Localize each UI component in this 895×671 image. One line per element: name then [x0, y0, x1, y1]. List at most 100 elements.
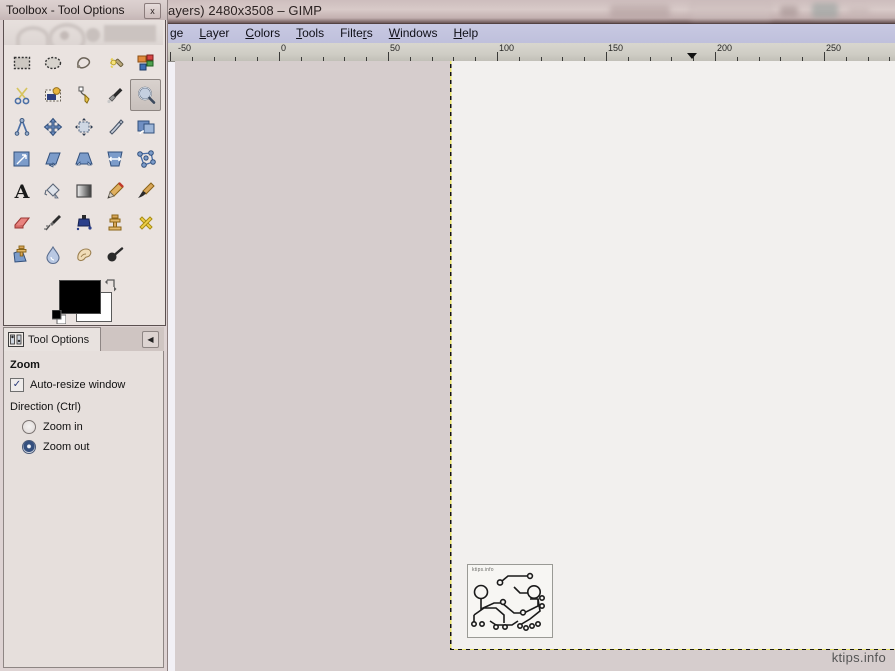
auto-resize-checkbox[interactable]: ✓ [10, 378, 24, 392]
menu-item-windows[interactable]: Windows [381, 24, 446, 43]
gradient-icon[interactable] [68, 175, 99, 207]
close-icon[interactable]: x [144, 3, 161, 19]
text-icon[interactable]: A [6, 175, 37, 207]
pencil-icon[interactable] [99, 175, 130, 207]
toolbox-window: Toolbox - Tool Options x A Tool Options … [0, 0, 168, 671]
tab-label: Tool Options [28, 333, 90, 346]
measure-icon[interactable] [6, 111, 37, 143]
wilber-logo [86, 28, 100, 42]
tool-row [6, 239, 163, 271]
auto-resize-row[interactable]: ✓ Auto-resize window [10, 378, 157, 392]
auto-resize-label: Auto-resize window [30, 379, 126, 391]
window-title: ayers) 2480x3508 – GIMP [168, 3, 323, 18]
zoom-out-label: Zoom out [43, 441, 90, 453]
tool-row [6, 111, 163, 143]
menu-item-ge[interactable]: ge [166, 24, 191, 43]
perspective-clone-icon[interactable] [6, 239, 37, 271]
ruler-label: 100 [499, 43, 515, 53]
horizontal-ruler[interactable]: -50 0 50 100 150 200 250 [166, 43, 895, 62]
scissors-select-icon[interactable] [6, 79, 37, 111]
ruler-tick [279, 52, 280, 61]
crop-icon[interactable] [99, 111, 130, 143]
direction-label: Direction (Ctrl) [10, 401, 81, 413]
eraser-icon[interactable] [6, 207, 37, 239]
gimp-main-window: ayers) 2480x3508 – GIMP ge Layer Colors Too… [166, 0, 895, 671]
fuzzy-select-icon[interactable] [99, 47, 130, 79]
ruler-tick [388, 52, 389, 61]
cage-transform-icon[interactable] [130, 143, 161, 175]
radio-zoom-in[interactable]: Zoom in [22, 420, 157, 434]
tool-row [6, 207, 163, 239]
foreground-color-swatch[interactable] [59, 280, 101, 314]
menu-item-help[interactable]: Help [445, 24, 486, 43]
gimp-titlebar[interactable]: ayers) 2480x3508 – GIMP [166, 0, 895, 24]
pcb-image-watermark: ktips.info [472, 567, 494, 573]
zoom-in-label: Zoom in [43, 421, 83, 433]
tool-options-icon [8, 332, 24, 347]
bucket-fill-icon[interactable] [37, 175, 68, 207]
zoom-in-radio[interactable] [22, 420, 36, 434]
dodge-burn-icon[interactable] [99, 239, 130, 271]
tab-tool-options[interactable]: Tool Options [3, 327, 101, 351]
ruler-tick [824, 52, 825, 61]
blur-sharpen-icon[interactable] [37, 239, 68, 271]
canvas-viewport[interactable]: ktips.info [175, 61, 895, 671]
rect-select-icon[interactable] [6, 47, 37, 79]
ruler-label: 50 [390, 43, 401, 53]
selection-marching-ants [450, 61, 895, 650]
shear-icon[interactable] [37, 143, 68, 175]
paintbrush-icon[interactable] [130, 175, 161, 207]
free-select-icon[interactable] [68, 47, 99, 79]
wilber-logo [60, 31, 69, 40]
color-picker-icon[interactable] [99, 79, 130, 111]
menubar: ge Layer Colors Tools Filters Windows Help [166, 24, 895, 44]
toolbox-title: Toolbox - Tool Options [6, 3, 125, 17]
ink-icon[interactable] [68, 207, 99, 239]
ruler-tick [715, 52, 716, 61]
menu-item-tools[interactable]: Tools [288, 24, 332, 43]
ruler-label: 0 [281, 43, 287, 53]
heal-icon[interactable] [130, 207, 161, 239]
smudge-icon[interactable] [68, 239, 99, 271]
ruler-tick [606, 52, 607, 61]
scale-icon[interactable] [6, 143, 37, 175]
page-watermark: ktips.info [831, 650, 886, 665]
ellipse-select-icon[interactable] [37, 47, 68, 79]
tool-row [6, 79, 163, 111]
paths-icon[interactable] [68, 79, 99, 111]
pcb-traces-icon [470, 572, 546, 631]
wilber-drop-area[interactable] [4, 20, 163, 45]
dock-menu-icon[interactable]: ◀ [142, 331, 159, 348]
tool-row: A [6, 175, 163, 207]
menu-item-layer[interactable]: Layer [191, 24, 237, 43]
foreground-select-icon[interactable] [37, 79, 68, 111]
pcb-layout-image[interactable]: ktips.info [467, 564, 553, 638]
menu-item-colors[interactable]: Colors [237, 24, 288, 43]
ruler-cursor-marker [687, 53, 697, 59]
select-by-color-icon[interactable] [130, 47, 161, 79]
airbrush-icon[interactable] [37, 207, 68, 239]
toolbox-titlebar[interactable]: Toolbox - Tool Options x [0, 0, 167, 20]
color-swatch-area [52, 278, 122, 328]
rotate-icon[interactable] [130, 111, 161, 143]
alignment-icon[interactable] [68, 111, 99, 143]
zoom-out-radio[interactable] [22, 440, 36, 454]
ruler-label: -50 [178, 43, 192, 53]
flip-icon[interactable] [99, 143, 130, 175]
tool-row [6, 143, 163, 175]
swap-colors-icon[interactable] [104, 278, 118, 292]
default-colors-icon[interactable] [52, 310, 66, 324]
wilber-logo [16, 26, 50, 45]
move-icon[interactable] [37, 111, 68, 143]
toolbox-body: A [3, 20, 166, 326]
perspective-icon[interactable] [68, 143, 99, 175]
tool-row [6, 47, 163, 79]
ruler-tick [497, 52, 498, 61]
tool-grid: A [6, 47, 163, 271]
ruler-label: 150 [608, 43, 624, 53]
menu-item-filters[interactable]: Filters [332, 24, 381, 43]
clone-icon[interactable] [99, 207, 130, 239]
ruler-label: 250 [826, 43, 842, 53]
zoom-icon[interactable] [130, 79, 161, 111]
radio-zoom-out[interactable]: Zoom out [22, 440, 157, 454]
